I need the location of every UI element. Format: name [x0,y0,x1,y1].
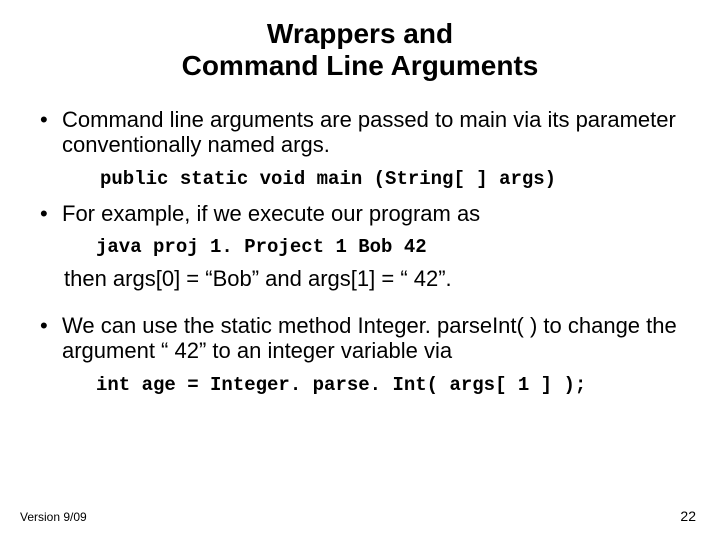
bullet-item-2: For example, if we execute our program a… [36,202,684,227]
bullet-list: Command line arguments are passed to mai… [36,108,684,157]
title-line-1: Wrappers and [267,18,453,49]
slide-title: Wrappers and Command Line Arguments [36,18,684,82]
bullet-text-2: For example, if we execute our program a… [62,201,480,226]
title-line-2: Command Line Arguments [182,50,539,81]
code-java-invoke: java proj 1. Project 1 Bob 42 [96,236,684,258]
code-main-signature: public static void main (String[ ] args) [100,168,684,190]
bullet-list-3: We can use the static method Integer. pa… [36,314,684,363]
bullet-list-2: For example, if we execute our program a… [36,202,684,227]
bullet-item-3: We can use the static method Integer. pa… [36,314,684,363]
bullet-text-1: Command line arguments are passed to mai… [62,107,676,157]
then-line: then args[0] = “Bob” and args[1] = “ 42”… [64,266,684,292]
footer-version: Version 9/09 [20,510,87,524]
footer-page-number: 22 [680,508,696,524]
code-parseint: int age = Integer. parse. Int( args[ 1 ]… [96,374,684,396]
bullet-text-3: We can use the static method Integer. pa… [62,313,677,363]
bullet-item-1: Command line arguments are passed to mai… [36,108,684,157]
